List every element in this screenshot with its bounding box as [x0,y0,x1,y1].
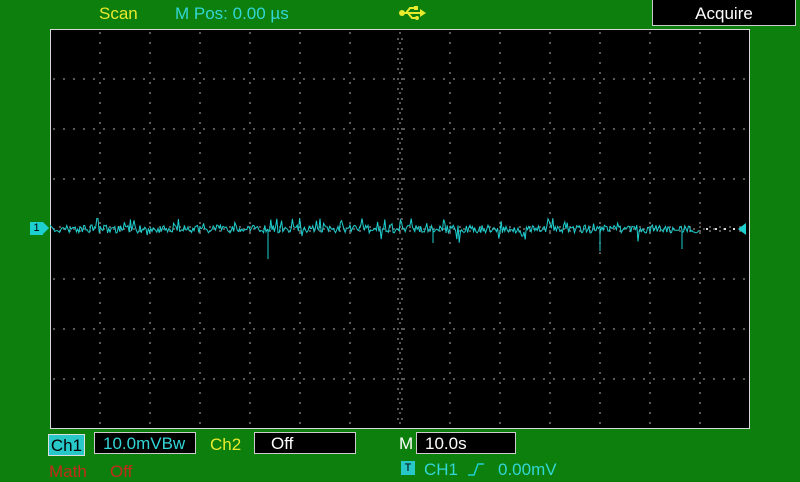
ch2-scale-readout: Off [254,432,356,454]
rising-edge-icon [468,463,484,476]
ch1-marker-arrow-icon [43,222,49,234]
trigger-level-readout: 0.00mV [498,460,557,479]
ch1-scale-readout: 10.0mVBw [94,432,196,454]
main-position-readout: M Pos: 0.00 µs [175,4,289,23]
timebase-label: M [399,434,414,453]
math-value: Off [110,462,133,481]
trigger-badge: T [401,461,415,475]
ch1-ground-marker[interactable]: 1 [30,222,43,235]
ch1-label[interactable]: Ch1 [48,434,85,456]
usb-icon [399,6,426,20]
acquire-button[interactable]: Acquire [652,0,796,26]
math-label[interactable]: Math [49,462,87,482]
trigger-level-arrow-icon[interactable] [738,223,746,235]
timebase-scale-readout: 10.0s [416,432,516,454]
scan-mode-label: Scan [99,4,138,23]
trigger-source: CH1 [424,460,459,479]
ch2-label[interactable]: Ch2 [210,435,241,455]
ch1-waveform-trace [50,217,735,259]
